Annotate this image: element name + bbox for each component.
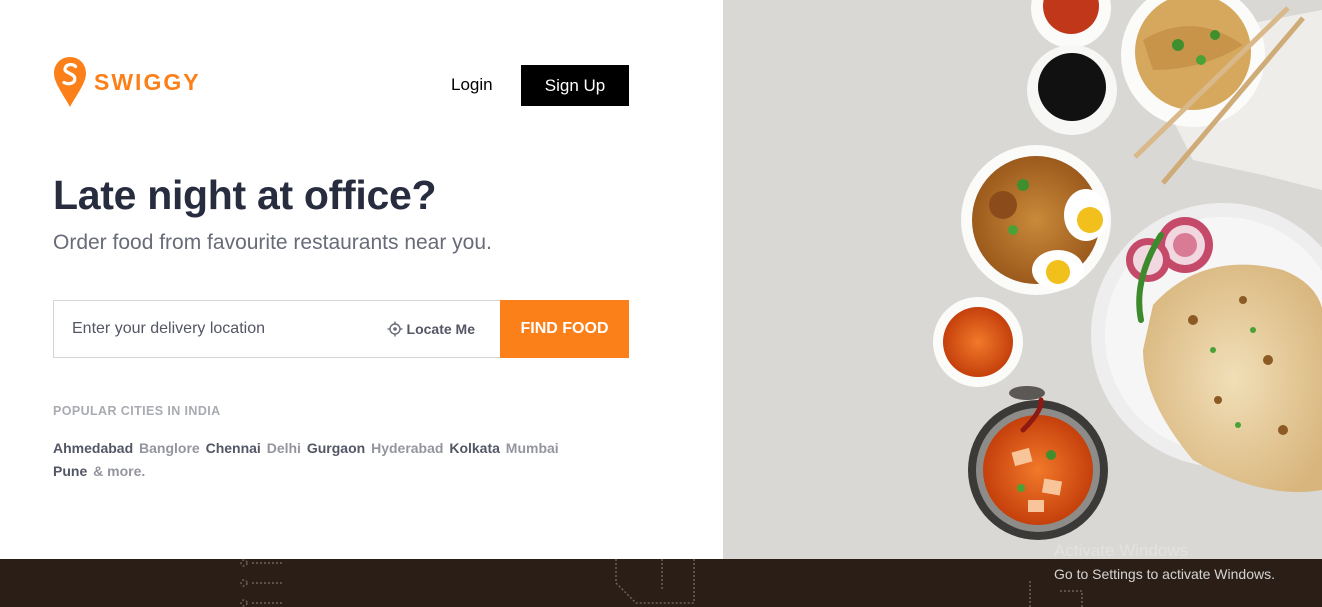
windows-activation-text: Go to Settings to activate Windows.: [1054, 566, 1275, 582]
brand-name: SWIGGY: [94, 68, 201, 95]
city-link-pune[interactable]: Pune: [53, 463, 87, 479]
food-spread-illustration: [933, 0, 1322, 540]
food-hero-image: [723, 0, 1322, 559]
signup-button[interactable]: Sign Up: [521, 65, 629, 106]
swiggy-pin-icon: [54, 57, 86, 107]
city-link-banglore[interactable]: Banglore: [139, 440, 200, 456]
city-link-hyderabad[interactable]: Hyderabad: [371, 440, 443, 456]
hero-subtitle: Order food from favourite restaurants ne…: [53, 231, 492, 254]
locate-me-label: Locate Me: [406, 321, 475, 337]
swiggy-logo[interactable]: SWIGGY: [53, 56, 201, 108]
hero-panel: SWIGGY Login Sign Up Late night at offic…: [0, 0, 723, 559]
city-link-mumbai[interactable]: Mumbai: [506, 440, 559, 456]
city-link-chennai[interactable]: Chennai: [206, 440, 261, 456]
windows-activation-title: Activate Windows: [1054, 541, 1189, 560]
location-search-bar: Locate Me FIND FOOD: [53, 300, 629, 358]
city-link-delhi[interactable]: Delhi: [267, 440, 301, 456]
popular-cities-heading: POPULAR CITIES IN INDIA: [53, 404, 221, 418]
popular-cities-list: Ahmedabad Banglore Chennai Delhi Gurgaon…: [53, 437, 593, 483]
hero-title: Late night at office?: [53, 172, 437, 218]
city-link-ahmedabad[interactable]: Ahmedabad: [53, 440, 133, 456]
more-cities-link[interactable]: & more.: [93, 463, 145, 479]
city-link-kolkata[interactable]: Kolkata: [449, 440, 500, 456]
crosshair-icon: [387, 321, 403, 337]
login-link[interactable]: Login: [451, 75, 493, 95]
find-food-button[interactable]: FIND FOOD: [500, 300, 629, 358]
locate-me-button[interactable]: Locate Me: [387, 301, 500, 357]
city-link-gurgaon[interactable]: Gurgaon: [307, 440, 365, 456]
delivery-location-input[interactable]: [54, 301, 387, 357]
